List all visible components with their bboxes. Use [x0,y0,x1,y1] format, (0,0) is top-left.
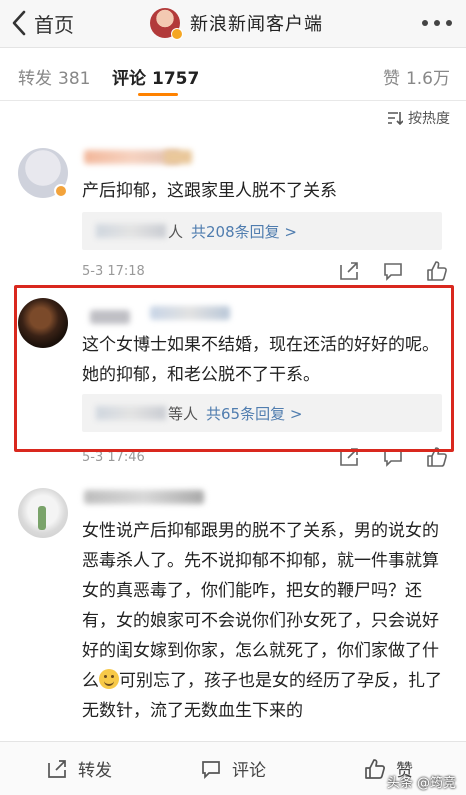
sort-by-hot-button[interactable]: 按热度 [387,106,450,130]
sort-icon [388,112,403,125]
repost-button[interactable]: 转发 [46,756,112,781]
avatar-figure-icon [38,506,46,530]
more-dot [446,20,452,26]
back-label: 首页 [34,12,74,37]
comment-actions [338,446,448,468]
tab-comment[interactable]: 评论 1757 [112,64,199,89]
tab-repost[interactable]: 转发 381 [18,64,90,89]
repost-label: 转发 [78,761,112,781]
replies-count: 共65条回复 > [206,404,303,423]
tab-comment-label: 评论 [112,69,146,89]
smile-emoji-icon [99,669,119,689]
username-blurred[interactable] [84,490,204,504]
comment-item: 这个女博士如果不结婚，现在还活的好好的呢。她的抑郁，和老公脱不了干系。 等人 共6… [0,292,466,472]
share-icon [340,448,358,466]
tab-like[interactable]: 赞 1.6万 [383,64,450,89]
comment-icon [384,263,402,281]
share-icon [340,262,358,280]
comment-text: 这个女博士如果不结婚，现在还活的好好的呢。她的抑郁，和老公脱不了干系。 [82,335,439,385]
comment-item: 产后抑郁，这跟家里人脱不了关系 人共208条回复 > 5-3 17:18 [0,140,466,285]
comment-icon [202,760,220,779]
like-button[interactable] [426,446,448,468]
comment-item: 女性说产后抑郁跟男的脱不了关系，男的说女的恶毒杀人了。先不说抑郁不抑郁，就一件事… [0,484,466,739]
share-icon [48,759,66,778]
comment-actions [338,260,448,282]
top-nav-bar: 首页 新浪新闻客户端 [0,0,466,48]
share-button[interactable] [338,446,360,468]
comment-time: 5-3 17:46 [82,450,145,465]
replies-count: 共208条回复 > [191,222,297,241]
thumbs-up-icon [427,447,447,467]
more-dot [434,20,440,26]
tab-repost-label: 转发 [18,69,52,89]
more-dots-icon [422,20,428,26]
chevron-left-icon [12,10,26,36]
replies-who-suffix: 等人 [168,404,199,423]
back-button[interactable]: 首页 [10,8,74,38]
comment-icon [384,449,402,467]
brand-header[interactable]: 新浪新闻客户端 [150,6,323,40]
tab-repost-count: 381 [58,69,91,89]
verified-badge-icon [171,28,183,40]
replies-link[interactable]: 人共208条回复 > [82,212,442,250]
reply-button[interactable] [382,260,404,282]
replies-link[interactable]: 等人 共65条回复 > [82,394,442,432]
watermark-text: 头条 @筠竞 [386,776,456,791]
tab-like-label: 赞 [382,69,400,89]
active-tab-indicator [138,93,178,96]
comment-text: 产后抑郁，这跟家里人脱不了关系 [82,181,337,201]
comment-text: 女性说产后抑郁跟男的脱不了关系，男的说女的恶毒杀人了。先不说抑郁不抑郁，就一件事… [82,516,452,726]
vip-crown-icon [54,184,68,198]
comment-text-part2: 可别忘了，孩子也是女的经历了孕反，扎了无数针，流了无数血生下来的 [82,671,442,721]
sort-label: 按热度 [408,111,450,127]
like-button[interactable] [426,260,448,282]
thumbs-up-icon [427,261,447,281]
brand-name: 新浪新闻客户端 [190,14,323,35]
replier-names-blurred [96,224,166,238]
share-button[interactable] [338,260,360,282]
comment-label: 评论 [232,761,266,781]
user-badge-blurred [164,150,192,164]
brand-avatar [150,8,183,40]
username-blurred-2 [150,306,230,320]
tab-like-count: 1.6万 [405,69,450,89]
avatar[interactable] [18,298,68,348]
replier-names-blurred [96,406,166,420]
comment-button[interactable]: 评论 [200,756,266,781]
thumbs-up-icon [365,758,385,779]
tab-bar: 转发 381 评论 1757 赞 1.6万 [0,49,466,101]
username-blurred[interactable] [90,310,130,324]
comment-text-part1: 女性说产后抑郁跟男的脱不了关系，男的说女的恶毒杀人了。先不说抑郁不抑郁，就一件事… [82,521,439,691]
more-options-button[interactable] [422,10,452,36]
tab-comment-count: 1757 [152,69,200,89]
reply-button[interactable] [382,446,404,468]
comment-time: 5-3 17:18 [82,264,145,279]
replies-who-suffix: 人 [168,222,184,241]
